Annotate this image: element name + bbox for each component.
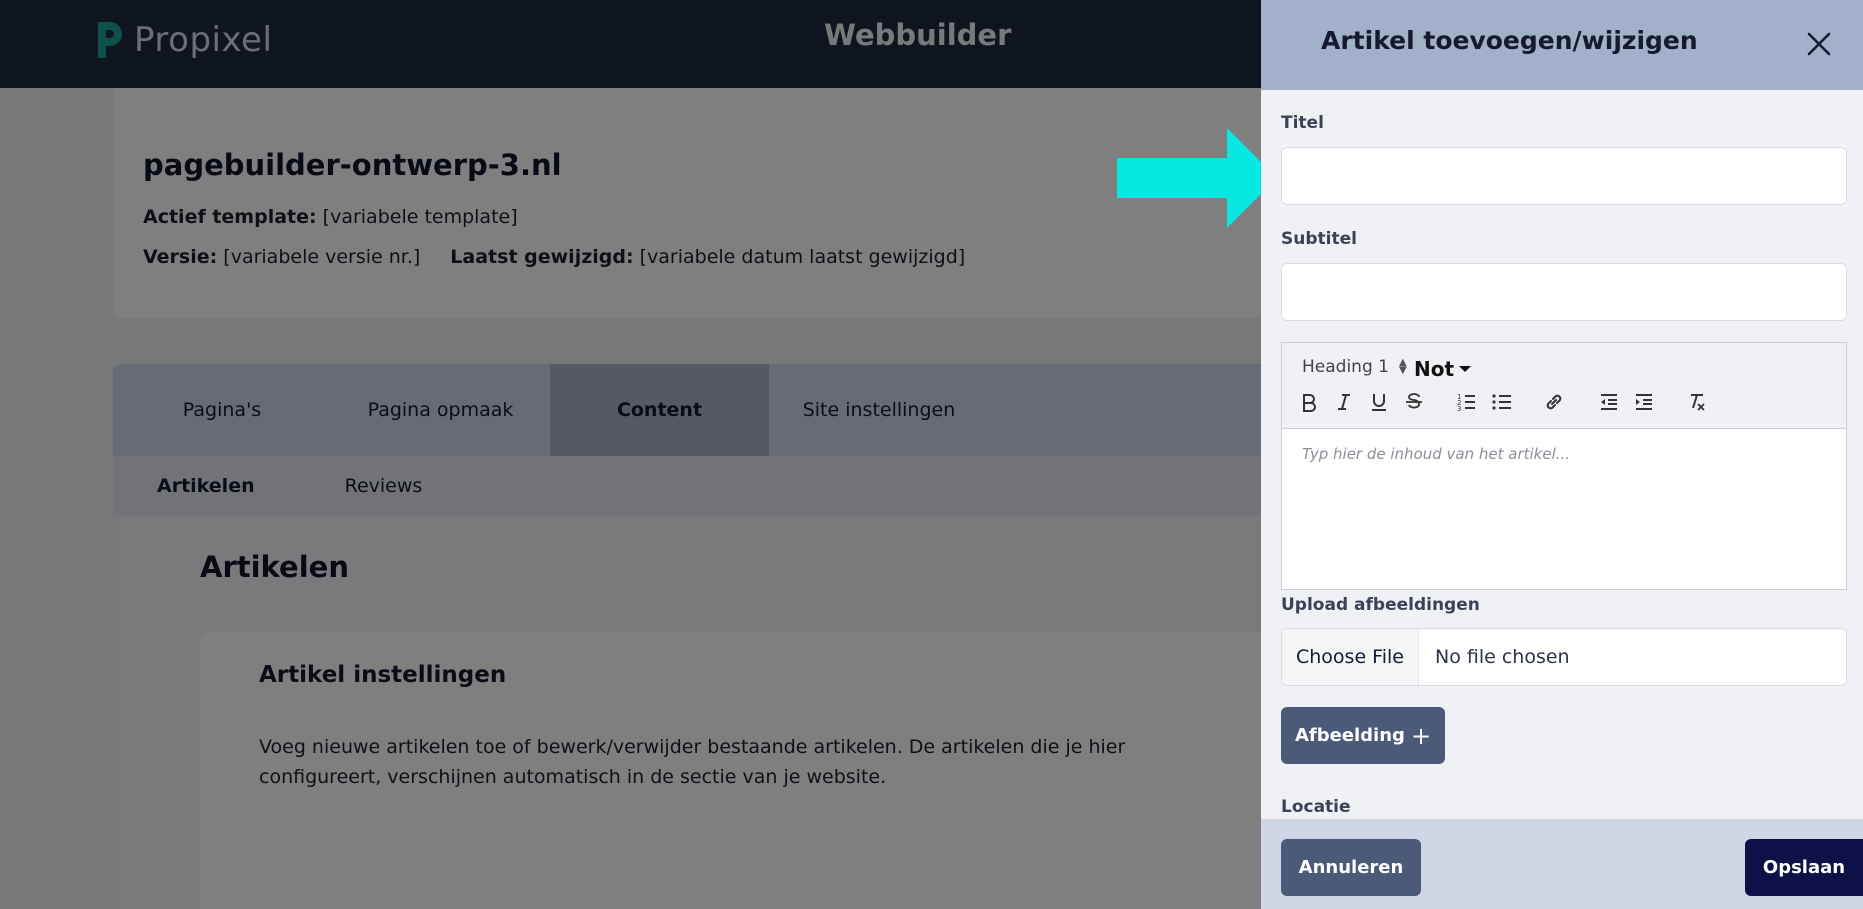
image-file-input[interactable]: Choose File No file chosen xyxy=(1281,628,1847,686)
indent-button[interactable] xyxy=(1631,389,1657,415)
strikethrough-button[interactable] xyxy=(1401,389,1427,415)
rich-text-editor: Heading 1 ▲ ▼ Not 123 Typ hier de inhoud… xyxy=(1281,342,1847,590)
outdent-icon xyxy=(1601,394,1617,410)
title-input[interactable] xyxy=(1281,147,1847,205)
ordered-list-button[interactable]: 123 xyxy=(1454,389,1480,415)
clear-format-button[interactable] xyxy=(1683,389,1709,415)
panel-header: Artikel toevoegen/wijzigen xyxy=(1261,0,1863,90)
location-label: Locatie xyxy=(1281,797,1351,817)
editor-body[interactable]: Typ hier de inhoud van het artikel... xyxy=(1302,445,1570,463)
title-label: Titel xyxy=(1281,113,1324,133)
bullet-list-icon xyxy=(1492,394,1511,410)
subtitle-input[interactable] xyxy=(1281,263,1847,321)
underline-button[interactable] xyxy=(1366,389,1392,415)
strikethrough-icon xyxy=(1406,393,1422,409)
font-value: Not xyxy=(1414,357,1455,381)
plus-icon: + xyxy=(1410,721,1432,750)
file-status: No file chosen xyxy=(1434,646,1570,668)
add-image-label: Afbeelding xyxy=(1294,725,1405,746)
save-button[interactable]: Opslaan xyxy=(1745,839,1863,896)
link-icon xyxy=(1546,394,1562,410)
panel-title: Artikel toevoegen/wijzigen xyxy=(1321,26,1698,55)
article-edit-panel: Artikel toevoegen/wijzigen Titel Subtite… xyxy=(1261,0,1863,909)
font-select[interactable]: Not xyxy=(1414,357,1472,381)
italic-icon xyxy=(1338,394,1350,410)
italic-button[interactable] xyxy=(1331,389,1357,415)
panel-footer: Annuleren Opslaan xyxy=(1261,819,1863,909)
select-arrows-icon: ▲ ▼ xyxy=(1398,357,1407,376)
upload-label: Upload afbeeldingen xyxy=(1281,595,1480,615)
heading-select[interactable]: Heading 1 ▲ ▼ xyxy=(1302,357,1407,377)
indent-icon xyxy=(1636,394,1652,410)
editor-toolbar: Heading 1 ▲ ▼ Not 123 xyxy=(1282,343,1846,429)
bold-button[interactable] xyxy=(1296,389,1322,415)
outdent-button[interactable] xyxy=(1596,389,1622,415)
close-icon xyxy=(1807,32,1831,56)
choose-file-button[interactable]: Choose File xyxy=(1282,629,1419,685)
clear-format-icon xyxy=(1691,394,1705,411)
ordered-list-icon: 123 xyxy=(1457,393,1475,413)
arrow-right-icon xyxy=(1117,128,1277,228)
link-button[interactable] xyxy=(1541,389,1567,415)
underline-icon xyxy=(1372,394,1386,411)
cancel-button[interactable]: Annuleren xyxy=(1281,839,1421,896)
bold-icon xyxy=(1303,394,1316,412)
svg-text:3: 3 xyxy=(1457,405,1461,413)
close-button[interactable] xyxy=(1801,26,1837,62)
bullet-list-button[interactable] xyxy=(1489,389,1515,415)
chevron-down-icon xyxy=(1459,366,1472,372)
heading-value: Heading 1 xyxy=(1302,357,1389,377)
subtitle-label: Subtitel xyxy=(1281,229,1357,249)
add-image-button[interactable]: Afbeelding + xyxy=(1281,707,1445,764)
